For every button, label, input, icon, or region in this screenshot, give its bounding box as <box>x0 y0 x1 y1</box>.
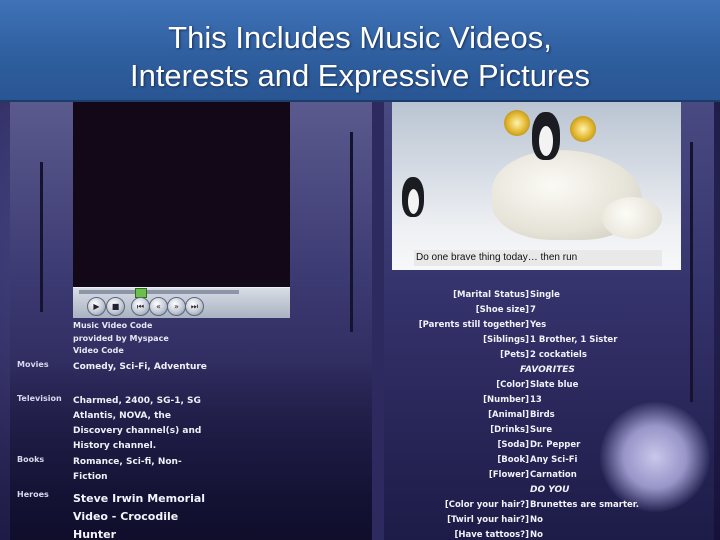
favorites-key: [Flower] <box>488 470 529 480</box>
video-code-line-3: Video Code <box>73 346 124 353</box>
favorites-key: [Animal] <box>488 410 529 420</box>
polar-bear-head <box>602 197 662 239</box>
do-you-value: No <box>530 530 543 540</box>
rewind-icon[interactable]: « <box>149 297 168 316</box>
slide-title-line-2: Interests and Expressive Pictures <box>129 58 591 93</box>
profile-row: [Parents still together] Yes <box>384 318 714 333</box>
favorites-value: Sure <box>530 425 553 435</box>
tree-silhouette <box>350 132 353 332</box>
profile-value: Yes <box>530 320 547 330</box>
profile-key: [Pets] <box>500 350 529 360</box>
do-you-row: [Have tattoos?] No <box>384 528 714 540</box>
previous-icon[interactable]: ⏮ <box>131 297 150 316</box>
favorites-key: [Number] <box>483 395 529 405</box>
profile-value: Single <box>530 290 560 300</box>
favorites-value: Any Sci-Fi <box>530 455 578 465</box>
seek-bar[interactable] <box>79 288 239 298</box>
forward-icon[interactable]: » <box>167 297 186 316</box>
cymbal-image <box>570 116 596 142</box>
video-controls: ▶ ■ ⏮ « » ⏭ <box>73 287 290 318</box>
profile-key: [Siblings] <box>483 335 529 345</box>
interest-label-television: Television <box>17 394 62 403</box>
penguin-figure <box>402 177 424 217</box>
favorites-key: [Soda] <box>497 440 529 450</box>
favorites-row: [Book] Any Sci-Fi <box>384 453 714 468</box>
profile-screenshot: ▶ ■ ⏮ « » ⏭ Music Video Code provided by… <box>0 102 720 540</box>
next-icon[interactable]: ⏭ <box>185 297 204 316</box>
profile-key: [Parents still together] <box>418 320 529 330</box>
penguin-figure <box>532 112 560 160</box>
favorites-value: Slate blue <box>530 380 579 390</box>
do-you-row: [Color your hair?] Brunettes are smarter. <box>384 498 714 513</box>
profile-key: [Shoe size] <box>475 305 529 315</box>
slide-title-line-1: This Includes Music Videos, <box>168 20 552 55</box>
favorites-value: 13 <box>530 395 542 405</box>
video-code-line-1: Music Video Code <box>73 321 153 330</box>
favorites-value: Dr. Pepper <box>530 440 581 450</box>
interest-value-heroes[interactable]: Steve Irwin Memorial Video - Crocodile H… <box>73 490 223 540</box>
interest-value-movies: Comedy, Sci-Fi, Adventure <box>73 362 207 372</box>
video-code-line-2[interactable]: provided by Myspace <box>73 333 169 345</box>
profile-value: 1 Brother, 1 Sister <box>530 335 618 345</box>
favorites-value: Birds <box>530 410 555 420</box>
favorites-value: Carnation <box>530 470 577 480</box>
do-you-value: Brunettes are smarter. <box>530 500 639 510</box>
profile-key: [Marital Status] <box>453 290 529 300</box>
do-you-key: [Have tattoos?] <box>454 530 529 540</box>
favorites-key: [Color] <box>496 380 529 390</box>
favorites-row: [Number] 13 <box>384 393 714 408</box>
tree-silhouette <box>690 142 693 402</box>
do-you-key: [Twirl your hair?] <box>447 515 529 525</box>
favorites-row: [Flower] Carnation <box>384 468 714 483</box>
panel-divider <box>372 102 384 540</box>
do-you-value: No <box>530 515 543 525</box>
profile-row: [Shoe size] 7 <box>384 303 714 318</box>
profile-row: [Siblings] 1 Brother, 1 Sister <box>384 333 714 348</box>
favorites-heading: FAVORITES <box>520 365 575 375</box>
favorites-key: [Drinks] <box>490 425 529 435</box>
slide-title-bar: This Includes Music Videos, Interests an… <box>0 0 720 102</box>
interest-value-books: Romance, Sci-fi, Non-Fiction <box>73 457 182 482</box>
interest-label-books: Books <box>17 455 45 464</box>
favorites-row: [Soda] Dr. Pepper <box>384 438 714 453</box>
profile-row: [Marital Status] Single <box>384 288 714 303</box>
favorites-row: [Drinks] Sure <box>384 423 714 438</box>
do-you-key: [Color your hair?] <box>444 500 529 510</box>
play-icon[interactable]: ▶ <box>87 297 106 316</box>
favorites-key: [Book] <box>497 455 529 465</box>
interest-value-television: Charmed, 2400, SG-1, SG Atlantis, NOVA, … <box>73 396 202 451</box>
favorites-row: [Animal] Birds <box>384 408 714 423</box>
interest-label-heroes: Heroes <box>17 490 49 499</box>
stop-icon[interactable]: ■ <box>106 297 125 316</box>
music-video-player[interactable] <box>73 102 290 287</box>
profile-value: 7 <box>530 305 536 315</box>
profile-row: [Pets] 2 cockatiels <box>384 348 714 363</box>
favorites-row: [Color] Slate blue <box>384 378 714 393</box>
tree-silhouette <box>40 162 43 312</box>
photo-caption: Do one brave thing today… then run <box>414 250 662 266</box>
do-you-heading: DO YOU <box>530 485 570 495</box>
profile-value: 2 cockatiels <box>530 350 587 360</box>
cymbal-image <box>504 110 530 136</box>
interest-label-movies: Movies <box>17 360 49 369</box>
do-you-row: [Twirl your hair?] No <box>384 513 714 528</box>
penguin-photo: Do one brave thing today… then run <box>392 102 681 270</box>
